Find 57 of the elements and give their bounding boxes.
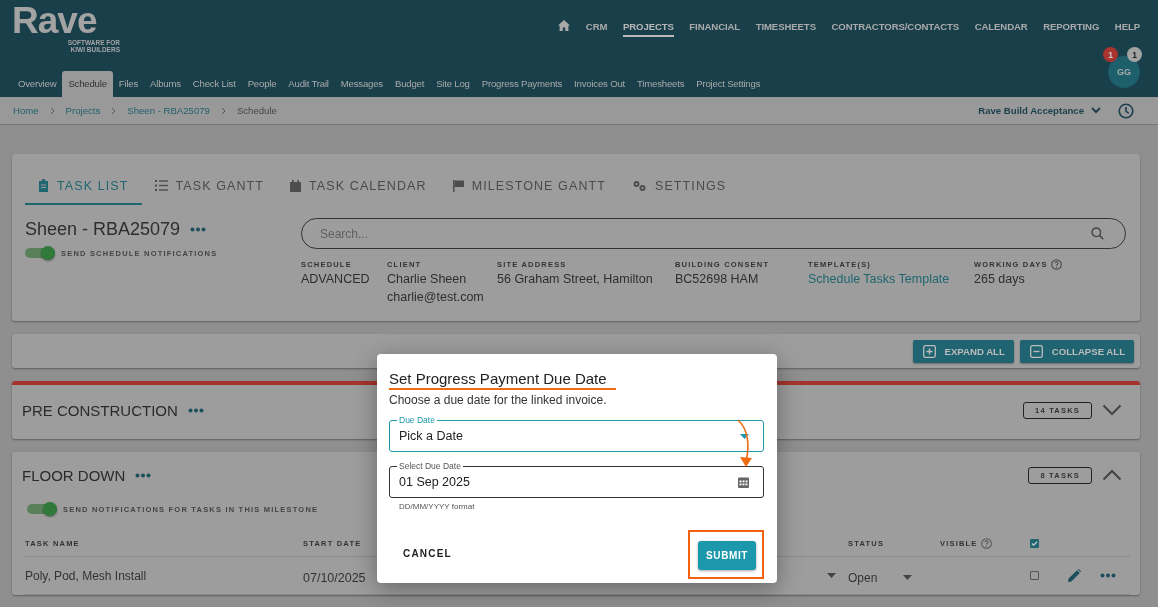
project-tab[interactable]: Audit Trail	[282, 71, 335, 97]
workspace-dropdown[interactable]: Rave Build Acceptance	[978, 105, 1101, 116]
milestone-title: PRE CONSTRUCTION	[22, 401, 178, 419]
task-name: Poly, Pod, Mesh Install	[25, 568, 148, 583]
project-tab[interactable]: Check List	[186, 71, 242, 97]
detail-value: 56 Graham Street, Hamilton	[497, 271, 654, 288]
project-tab[interactable]: Overview	[12, 71, 63, 97]
project-tab[interactable]: People	[241, 71, 283, 97]
notification-badge: 1	[1127, 47, 1142, 62]
logo: Rave	[12, 2, 97, 40]
project-tab[interactable]: Timesheets	[631, 71, 691, 97]
nav-link[interactable]: REPORTING	[1043, 17, 1100, 37]
field-hint: DD/MM/YYYY format	[399, 502, 476, 511]
project-tab[interactable]: Project Settings	[690, 71, 767, 97]
nav-link[interactable]: CALENDAR	[974, 17, 1028, 37]
breadcrumb-link[interactable]: Projects	[65, 105, 101, 116]
milestone-title: FLOOR DOWN	[22, 466, 126, 484]
nav-link[interactable]: FINANCIAL	[689, 17, 741, 37]
collapse-all-button[interactable]: COLLAPSE ALL	[1019, 339, 1134, 363]
template-link[interactable]: Schedule Tasks Template	[808, 271, 956, 288]
expand-all-button[interactable]: EXPAND ALL	[912, 339, 1014, 363]
detail-value: 265 days	[974, 271, 1026, 288]
nav-link[interactable]: TIMESHEETS	[755, 17, 816, 37]
detail-value: ADVANCED	[301, 271, 369, 288]
project-tab[interactable]: Progress Payments	[475, 71, 569, 97]
project-tab[interactable]: Albums	[144, 71, 187, 97]
field-label: Select Due Date	[397, 461, 463, 471]
detail-value: BC52698 HAM	[675, 271, 760, 288]
detail-value: Charlie Sheen	[387, 271, 468, 288]
view-tab[interactable]: SETTINGS	[619, 168, 740, 205]
project-tab[interactable]: Messages	[334, 71, 389, 97]
status-dropdown[interactable]: Open	[848, 566, 940, 585]
breadcrumb-current: Schedule	[236, 105, 277, 116]
project-tab[interactable]: Site Log	[430, 71, 476, 97]
breadcrumb-link[interactable]: Sheen - RBA25079	[127, 105, 210, 116]
view-tab[interactable]: TASK CALENDAR	[277, 168, 440, 205]
project-tab[interactable]: Invoices Out	[568, 71, 631, 97]
nav-link[interactable]: CRM	[585, 17, 608, 37]
view-tab[interactable]: TASK LIST	[25, 168, 142, 205]
breadcrumb-link[interactable]: Home	[13, 105, 39, 116]
project-tab[interactable]: Budget	[388, 71, 431, 97]
nav-link[interactable]: PROJECTS	[622, 17, 674, 37]
dialog-title: Set Progress Payment Due Date	[389, 370, 616, 390]
search-field[interactable]: Search...	[301, 218, 1126, 249]
nav-link[interactable]: CONTRACTORS/CONTACTS	[831, 17, 960, 37]
view-tab[interactable]: MILESTONE GANTT	[439, 168, 619, 205]
project-tab[interactable]: Schedule	[62, 71, 113, 97]
submit-button[interactable]: SUBMIT	[698, 541, 756, 570]
dialog-description: Choose a due date for the linked invoice.	[389, 393, 608, 407]
project-tab[interactable]: Files	[112, 71, 145, 97]
project-title: Sheen - RBA25079	[25, 219, 181, 240]
view-tab[interactable]: TASK GANTT	[141, 168, 278, 205]
start-date: 07/10/2025	[303, 569, 367, 585]
field-label: Due Date	[397, 415, 437, 425]
nav-link[interactable]: HELP	[1114, 17, 1140, 37]
cancel-button[interactable]: CANCEL	[389, 538, 466, 569]
notification-badge: 1	[1103, 47, 1118, 62]
